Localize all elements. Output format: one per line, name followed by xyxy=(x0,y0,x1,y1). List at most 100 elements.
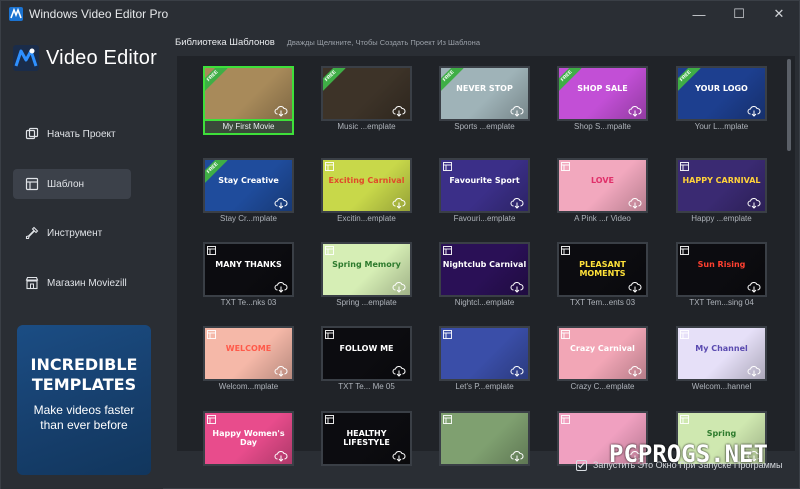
maximize-button[interactable]: ☐ xyxy=(719,1,759,27)
template-badge-icon xyxy=(443,330,452,339)
template-card[interactable]: FREE My First Movie xyxy=(203,66,294,135)
template-card[interactable]: Let's P...emplate xyxy=(439,326,530,395)
template-thumbnail: My Channel xyxy=(676,326,767,381)
template-card[interactable]: YOUR LOGO FREE Your L...mplate xyxy=(676,66,767,135)
template-card[interactable]: My Channel Welcom...hannel xyxy=(676,326,767,395)
template-card-label: Excitin...emplate xyxy=(337,214,396,223)
promo-subtitle: Make videos faster than ever before xyxy=(33,403,135,432)
sidebar-item-template[interactable]: Шаблон xyxy=(13,169,131,199)
title-bar: Windows Video Editor Pro — ☐ ✕ xyxy=(1,1,799,27)
cloud-download-icon[interactable] xyxy=(628,105,642,117)
template-card[interactable]: HEALTHY LIFESTYLE xyxy=(321,411,412,480)
cloud-download-icon[interactable] xyxy=(747,281,761,293)
template-thumbnail: HAPPY CARNIVAL xyxy=(676,158,767,213)
template-card[interactable]: FREE Music ...emplate xyxy=(321,66,412,135)
template-thumbnail: Nightclub Carnival xyxy=(439,242,530,297)
cloud-download-icon[interactable] xyxy=(747,197,761,209)
template-card[interactable]: SHOP SALE FREE Shop S...mpalte xyxy=(557,66,648,135)
template-card[interactable] xyxy=(439,411,530,480)
template-card-label: Welcom...mplate xyxy=(218,382,279,391)
template-card[interactable]: Spring Memory Spring ...emplate xyxy=(321,242,412,311)
grid-scrollbar[interactable] xyxy=(787,59,791,151)
sidebar-item-store[interactable]: Магазин Moviezill xyxy=(13,268,131,298)
cloud-download-icon[interactable] xyxy=(392,450,406,462)
template-card[interactable]: NEVER STOP FREE Sports ...emplate xyxy=(439,66,530,135)
thumbnail-text: HEALTHY LIFESTYLE xyxy=(343,429,390,447)
template-card[interactable]: Sun Rising TXT Tem...sing 04 xyxy=(676,242,767,311)
project-icon xyxy=(25,127,39,140)
cloud-download-icon[interactable] xyxy=(274,281,288,293)
cloud-download-icon[interactable] xyxy=(510,105,524,117)
close-button[interactable]: ✕ xyxy=(759,1,799,27)
cloud-download-icon[interactable] xyxy=(392,365,406,377)
template-card[interactable]: LOVE A Pink ...r Video xyxy=(557,158,648,227)
tool-icon xyxy=(25,226,39,240)
template-card-label: Crazy C...emplate xyxy=(570,382,635,391)
sidebar-item-label: Начать Проект xyxy=(47,128,116,140)
template-card-label: TXT Te...nks 03 xyxy=(220,298,277,307)
template-badge-icon xyxy=(443,246,452,255)
watermark: PCPROGS.NET xyxy=(609,440,768,468)
sidebar-item-label: Магазин Moviezill xyxy=(47,277,127,289)
startup-checkbox[interactable] xyxy=(576,460,587,471)
template-thumbnail: LOVE xyxy=(557,158,648,213)
template-badge-icon xyxy=(561,246,570,255)
template-thumbnail: Favourite Sport xyxy=(439,158,530,213)
template-thumbnail: WELCOME xyxy=(203,326,294,381)
cloud-download-icon[interactable] xyxy=(510,450,524,462)
template-badge-icon xyxy=(207,415,216,424)
thumbnail-text: Spring Memory xyxy=(332,260,401,269)
template-card[interactable]: Favourite Sport Favouri...emplate xyxy=(439,158,530,227)
template-badge-icon xyxy=(325,162,334,171)
promo-banner[interactable]: INCREDIBLE TEMPLATES Make videos faster … xyxy=(17,325,151,475)
brand: Video Editor xyxy=(13,45,157,71)
cloud-download-icon[interactable] xyxy=(392,197,406,209)
cloud-download-icon[interactable] xyxy=(274,197,288,209)
thumbnail-text: My Channel xyxy=(695,344,748,353)
cloud-download-icon[interactable] xyxy=(628,365,642,377)
template-card-label: Spring ...emplate xyxy=(336,298,397,307)
template-card[interactable]: Stay Creative FREE Stay Cr...mplate xyxy=(203,158,294,227)
template-card-label: TXT Tem...sing 04 xyxy=(689,298,754,307)
template-card[interactable]: Crazy Carnival Crazy C...emplate xyxy=(557,326,648,395)
cloud-download-icon[interactable] xyxy=(392,281,406,293)
thumbnail-text: WELCOME xyxy=(225,344,272,353)
template-card[interactable]: Happy Women's Day xyxy=(203,411,294,480)
template-thumbnail: Stay Creative FREE xyxy=(203,158,294,213)
cloud-download-icon[interactable] xyxy=(392,105,406,117)
cloud-download-icon[interactable] xyxy=(510,197,524,209)
template-thumbnail: FOLLOW ME xyxy=(321,326,412,381)
library-hint: Дважды Щелкните, Чтобы Создать Проект Из… xyxy=(286,38,480,47)
cloud-download-icon[interactable] xyxy=(274,105,288,117)
cloud-download-icon[interactable] xyxy=(628,281,642,293)
template-thumbnail xyxy=(439,411,530,466)
template-card[interactable]: Nightclub Carnival Nightcl...emplate xyxy=(439,242,530,311)
minimize-button[interactable]: — xyxy=(679,1,719,27)
template-card[interactable]: PLEASANT MOMENTS TXT Tem...ents 03 xyxy=(557,242,648,311)
template-icon xyxy=(25,177,39,191)
template-card[interactable]: FOLLOW ME TXT Te... Me 05 xyxy=(321,326,412,395)
template-card[interactable]: HAPPY CARNIVAL Happy ...emplate xyxy=(676,158,767,227)
sidebar-item-start-project[interactable]: Начать Проект xyxy=(13,119,131,149)
sidebar-item-tool[interactable]: Инструмент xyxy=(13,218,131,248)
template-card-label: Happy ...emplate xyxy=(691,214,752,223)
template-thumbnail: Happy Women's Day xyxy=(203,411,294,466)
cloud-download-icon[interactable] xyxy=(510,365,524,377)
template-card[interactable]: Exciting Carnival Excitin...emplate xyxy=(321,158,412,227)
cloud-download-icon[interactable] xyxy=(274,365,288,377)
template-card[interactable]: WELCOME Welcom...mplate xyxy=(203,326,294,395)
thumbnail-text: MANY THANKS xyxy=(215,260,282,269)
cloud-download-icon[interactable] xyxy=(747,365,761,377)
template-badge-icon xyxy=(680,330,689,339)
thumbnail-text: Nightclub Carnival xyxy=(442,260,527,269)
cloud-download-icon[interactable] xyxy=(510,281,524,293)
cloud-download-icon[interactable] xyxy=(747,105,761,117)
template-card-label: Welcom...hannel xyxy=(691,382,752,391)
cloud-download-icon[interactable] xyxy=(628,197,642,209)
template-badge-icon xyxy=(325,415,334,424)
cloud-download-icon[interactable] xyxy=(274,450,288,462)
thumbnail-text: Favourite Sport xyxy=(449,176,520,185)
template-thumbnail: Crazy Carnival xyxy=(557,326,648,381)
template-badge-icon xyxy=(561,415,570,424)
template-card[interactable]: MANY THANKS TXT Te...nks 03 xyxy=(203,242,294,311)
